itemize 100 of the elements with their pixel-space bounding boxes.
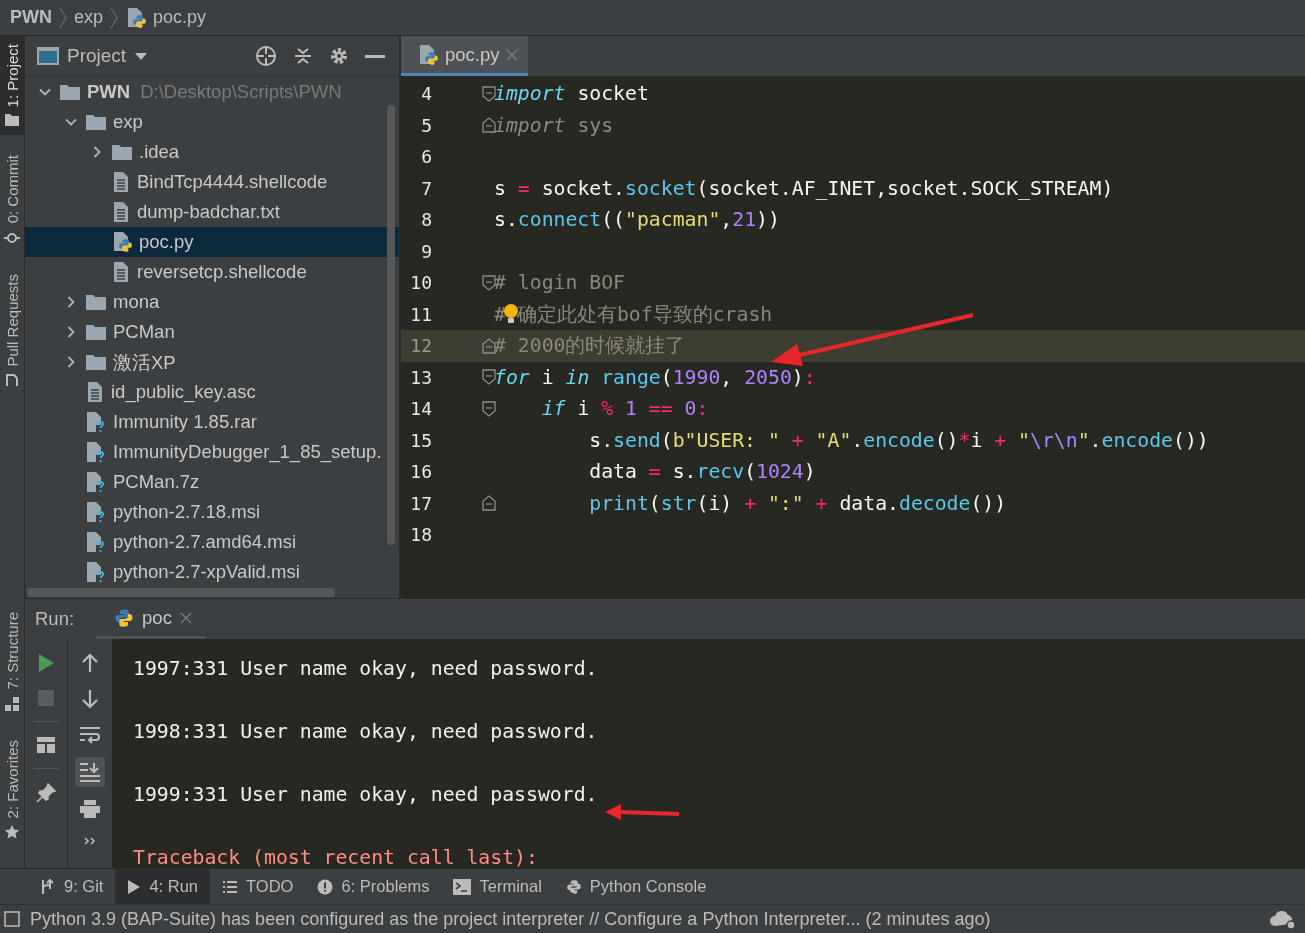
console-line: 1998:331 User name okay, need password.	[133, 719, 599, 745]
breadcrumb[interactable]: exp	[74, 7, 104, 28]
tree-item[interactable]: python-2.7-xpValid.msi	[25, 557, 399, 586]
line-number: 7	[420, 177, 432, 199]
tool-window-tab[interactable]: 0: Commit	[0, 147, 24, 254]
item-name: dump-badchar.txt	[137, 201, 280, 223]
folder-icon	[85, 293, 107, 311]
tool-tab[interactable]: 6: Problems	[305, 869, 442, 904]
arrow-down-icon	[81, 689, 99, 709]
line-number: 5	[420, 114, 432, 136]
view-selector[interactable]: Project	[67, 45, 127, 67]
breadcrumb[interactable]: poc.py	[153, 7, 207, 28]
editor-tab[interactable]: poc.py	[401, 36, 528, 76]
tool-tab[interactable]: Terminal	[441, 869, 554, 904]
item-name: exp	[113, 111, 143, 133]
tab-label: TODO	[246, 877, 294, 896]
tree-item[interactable]: exp	[25, 107, 399, 137]
tool-window-tab[interactable]: 2: Favorites	[0, 731, 24, 848]
line-number: 12	[409, 335, 432, 357]
line-number: 14	[409, 398, 432, 420]
tree-item[interactable]: dump-badchar.txt	[25, 197, 399, 227]
tool-tab[interactable]: TODO	[210, 869, 306, 904]
fold-marker-icon	[482, 337, 496, 354]
item-name: PWN	[87, 81, 131, 103]
play-icon	[37, 653, 55, 673]
tree-item[interactable]: PCMan	[25, 317, 399, 347]
code-line: s.connect(("pacman",21))	[494, 208, 780, 232]
project-view-icon	[37, 47, 59, 65]
tool-window-tab[interactable]: 7: Structure	[0, 604, 24, 720]
unknown-file-icon	[85, 441, 107, 463]
item-name: python-2.7.18.msi	[113, 501, 261, 523]
tree-item[interactable]: mona	[25, 287, 399, 317]
folder-icon	[111, 143, 133, 161]
fold-marker-icon	[482, 369, 496, 386]
tool-window-tab[interactable]: 1: Project	[0, 36, 24, 136]
tree-item[interactable]: ImmunityDebugger_1_85_setup.	[25, 437, 399, 467]
tree-item[interactable]: id_public_key.asc	[25, 377, 399, 407]
unknown-file-icon	[85, 501, 107, 523]
tree-item[interactable]: BindTcp4444.shellcode	[25, 167, 399, 197]
text-file-icon	[111, 171, 131, 193]
tool-window-tab[interactable]: Pull Requests	[0, 265, 24, 397]
tree-item[interactable]: PCMan.7z	[25, 467, 399, 497]
unknown-file-icon	[85, 411, 107, 433]
line-number: 6	[420, 146, 432, 168]
arrow-up-icon	[81, 653, 99, 673]
tab-label: 4: Run	[149, 877, 199, 896]
python-icon	[565, 878, 582, 895]
tree-item[interactable]: PWN D:\Desktop\Scripts\PWN	[25, 77, 399, 107]
star-icon	[4, 824, 20, 840]
panel-label: Run:	[35, 608, 75, 630]
play-icon	[127, 878, 142, 895]
text-file-icon	[85, 381, 105, 403]
tree-item[interactable]: python-2.7.amd64.msi	[25, 527, 399, 557]
python-file-icon	[125, 6, 148, 29]
tree-item[interactable]: poc.py	[25, 227, 399, 257]
console-line: 1999:331 User name okay, need password.	[133, 782, 599, 808]
fold-marker-icon	[482, 117, 496, 134]
warning-icon	[317, 878, 334, 895]
scroll-to-end-button[interactable]	[75, 757, 105, 787]
tool-tab[interactable]: 9: Git	[28, 869, 116, 904]
breadcrumb[interactable]: PWN	[10, 7, 52, 28]
code-line: import sys	[494, 113, 614, 137]
layout-icon	[36, 736, 56, 754]
tree-item[interactable]: Immunity 1.85.rar	[25, 407, 399, 437]
item-name: python-2.7-xpValid.msi	[113, 561, 300, 583]
python-file-icon	[417, 43, 439, 66]
line-number: 15	[409, 429, 432, 451]
tree-item[interactable]: .idea	[25, 137, 399, 167]
pull-request-icon	[4, 372, 20, 389]
item-name: 激活XP	[113, 350, 176, 375]
text-file-icon	[111, 261, 131, 283]
fold-marker-icon	[482, 85, 496, 102]
close-icon[interactable]	[179, 611, 192, 624]
printer-icon	[79, 799, 101, 819]
item-name: id_public_key.asc	[111, 381, 256, 403]
crosshair-icon	[255, 45, 277, 67]
tree-item[interactable]: 激活XP	[25, 347, 399, 377]
code-line: # login BOF	[494, 271, 625, 295]
fold-marker-icon	[482, 274, 496, 291]
item-name: mona	[113, 291, 160, 313]
tab-label: poc	[142, 606, 172, 629]
terminal-icon	[453, 878, 472, 895]
structure-icon	[4, 695, 20, 712]
line-number: 17	[409, 492, 432, 514]
tree-item[interactable]: python-2.7.18.msi	[25, 497, 399, 527]
line-number: 18	[409, 524, 432, 546]
tool-tab[interactable]: 4: Run	[115, 869, 211, 904]
folder-icon	[4, 113, 20, 128]
tab-label: Python Console	[589, 877, 707, 896]
item-name: ImmunityDebugger_1_85_setup.	[113, 441, 382, 463]
dropdown-caret-icon	[134, 51, 149, 61]
tool-tab[interactable]: Python Console	[553, 869, 719, 904]
item-name: python-2.7.amd64.msi	[113, 531, 297, 553]
unknown-file-icon	[85, 561, 107, 583]
item-name: BindTcp4444.shellcode	[137, 171, 328, 193]
code-line: for i in range(1990, 2050):	[494, 365, 816, 389]
code-line: # 2000的时候就挂了	[494, 333, 686, 360]
stop-icon	[37, 689, 55, 707]
line-number: 11	[409, 303, 432, 325]
tree-item[interactable]: reversetcp.shellcode	[25, 257, 399, 287]
